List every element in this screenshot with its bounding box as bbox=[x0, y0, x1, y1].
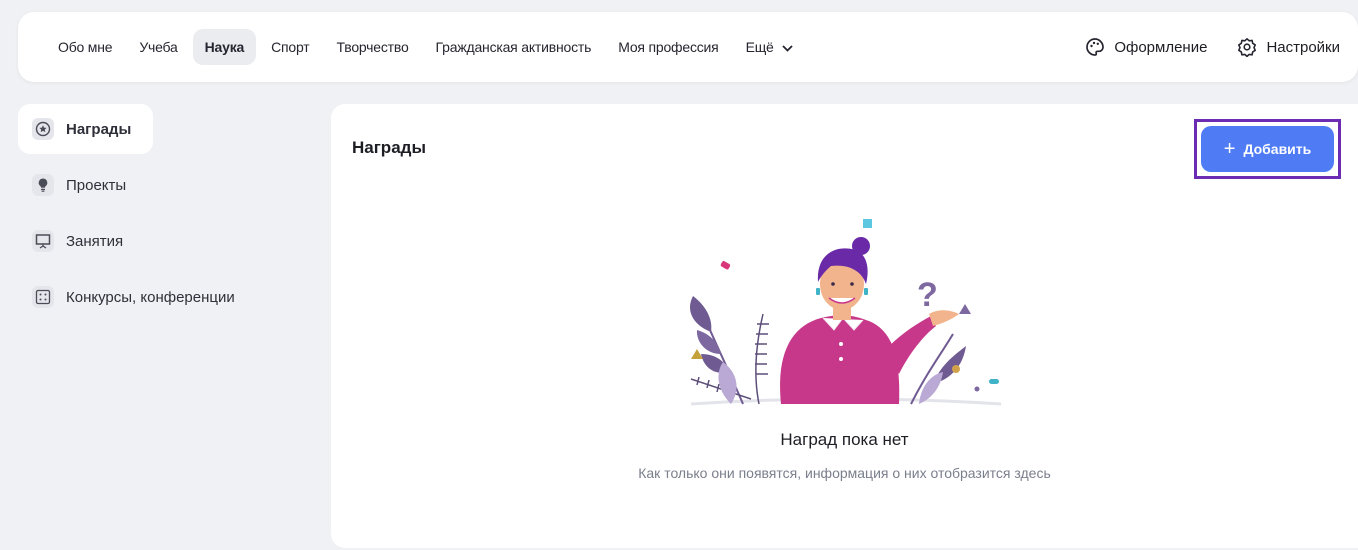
add-button-label: Добавить bbox=[1243, 141, 1312, 157]
tab-science[interactable]: Наука bbox=[192, 29, 257, 65]
plus-icon: + bbox=[1223, 138, 1236, 160]
tab-more[interactable]: Ещё bbox=[734, 29, 806, 65]
sidebar: Награды Проекты Занятия Конкурсы, конфер… bbox=[18, 104, 318, 328]
tab-creativity[interactable]: Творчество bbox=[325, 29, 421, 65]
empty-state-illustration: ? bbox=[690, 219, 1002, 406]
chevron-down-icon bbox=[782, 45, 793, 52]
appearance-label: Оформление bbox=[1114, 38, 1208, 56]
section-tabs: Обо мне Учеба Наука Спорт Творчество Гра… bbox=[18, 29, 808, 65]
award-icon bbox=[32, 118, 54, 140]
add-button-highlight: + Добавить bbox=[1194, 119, 1341, 179]
top-navigation: Обо мне Учеба Наука Спорт Творчество Гра… bbox=[18, 12, 1358, 82]
settings-label: Настройки bbox=[1266, 38, 1340, 56]
settings-button[interactable]: Настройки bbox=[1237, 37, 1340, 57]
sidebar-item-label: Занятия bbox=[66, 232, 124, 250]
tab-about[interactable]: Обо мне bbox=[46, 29, 124, 65]
page-title: Награды bbox=[352, 138, 426, 157]
nav-tools: Оформление Настройки bbox=[1055, 37, 1358, 57]
presentation-board-icon bbox=[32, 230, 54, 252]
sidebar-item-awards[interactable]: Награды bbox=[18, 104, 153, 154]
empty-state-title: Наград пока нет bbox=[780, 430, 909, 449]
tab-my-profession[interactable]: Моя профессия bbox=[606, 29, 730, 65]
sidebar-item-label: Конкурсы, конференции bbox=[66, 288, 235, 306]
sidebar-item-projects[interactable]: Проекты bbox=[18, 160, 153, 210]
palette-icon bbox=[1086, 38, 1105, 56]
gear-icon bbox=[1238, 38, 1257, 57]
appearance-button[interactable]: Оформление bbox=[1085, 37, 1207, 57]
grid-dots-icon bbox=[32, 286, 54, 308]
awards-panel: Награды + Добавить ? Наград пока нет Как… bbox=[331, 104, 1358, 548]
sidebar-item-label: Награды bbox=[66, 120, 132, 138]
tab-more-label: Ещё bbox=[745, 39, 774, 55]
svg-text:?: ? bbox=[917, 276, 938, 314]
tab-sport[interactable]: Спорт bbox=[259, 29, 321, 65]
sidebar-item-classes[interactable]: Занятия bbox=[18, 216, 153, 266]
sidebar-item-label: Проекты bbox=[66, 176, 127, 194]
add-award-button[interactable]: + Добавить bbox=[1201, 126, 1334, 172]
tab-civic-activity[interactable]: Гражданская активность bbox=[424, 29, 604, 65]
tab-study[interactable]: Учеба bbox=[127, 29, 189, 65]
lightbulb-icon bbox=[32, 174, 54, 196]
sidebar-item-contests[interactable]: Конкурсы, конференции bbox=[18, 272, 235, 322]
empty-state-subtitle: Как только они появятся, информация о ни… bbox=[638, 465, 1051, 481]
